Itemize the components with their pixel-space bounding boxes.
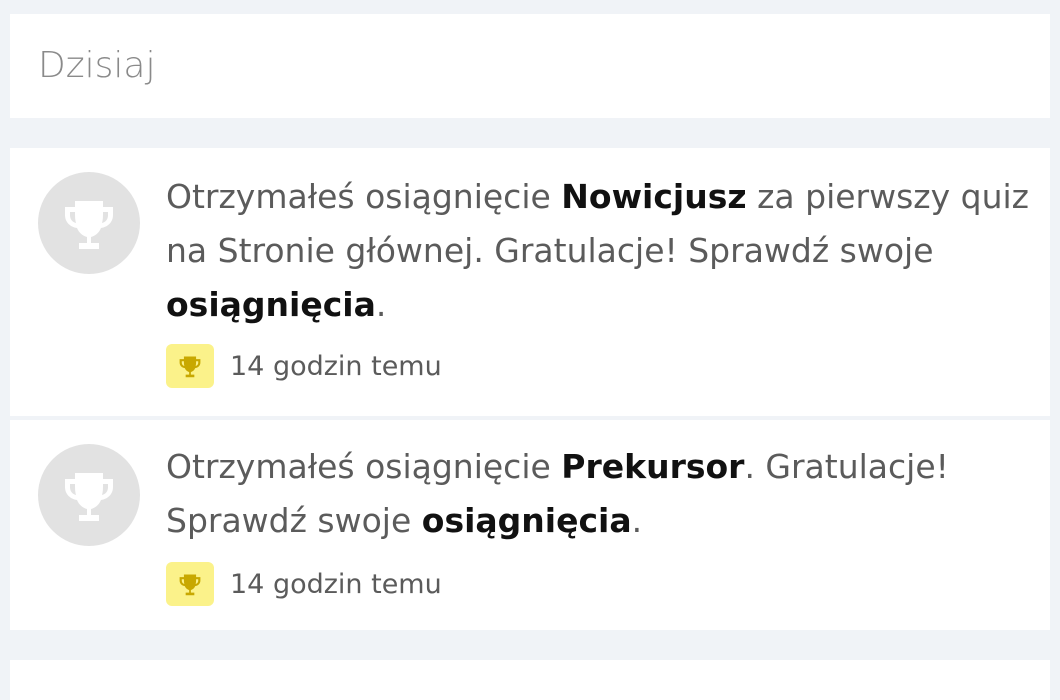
avatar	[38, 172, 140, 274]
notification-item[interactable]: Otrzymałeś osiągnięcie Nowicjusz za pier…	[10, 148, 1050, 416]
achievement-badge	[166, 344, 214, 388]
trophy-icon	[179, 574, 201, 596]
achievements-link[interactable]: osiągnięcia	[422, 501, 632, 540]
notification-item[interactable]: Otrzymałeś osiągnięcie Prekursor. Gratul…	[10, 420, 1050, 630]
achievement-name: Nowicjusz	[561, 177, 747, 216]
timestamp: 14 godzin temu	[230, 568, 442, 600]
notification-message: Otrzymałeś osiągnięcie Prekursor. Gratul…	[166, 447, 949, 540]
notification-message: Otrzymałeś osiągnięcie Nowicjusz za pier…	[166, 177, 1029, 324]
trophy-icon	[65, 473, 113, 521]
achievement-name: Prekursor	[561, 447, 745, 486]
timestamp: 14 godzin temu	[230, 350, 442, 382]
section-header: Dzisiaj	[10, 14, 1050, 118]
avatar	[38, 444, 140, 546]
trophy-icon	[179, 356, 201, 378]
next-card	[10, 660, 1050, 700]
notification-meta: 14 godzin temu	[166, 344, 442, 388]
achievement-badge	[166, 562, 214, 606]
achievements-link[interactable]: osiągnięcia	[166, 285, 376, 324]
trophy-icon	[65, 201, 113, 249]
section-title: Dzisiaj	[38, 45, 156, 86]
notification-meta: 14 godzin temu	[166, 562, 442, 606]
